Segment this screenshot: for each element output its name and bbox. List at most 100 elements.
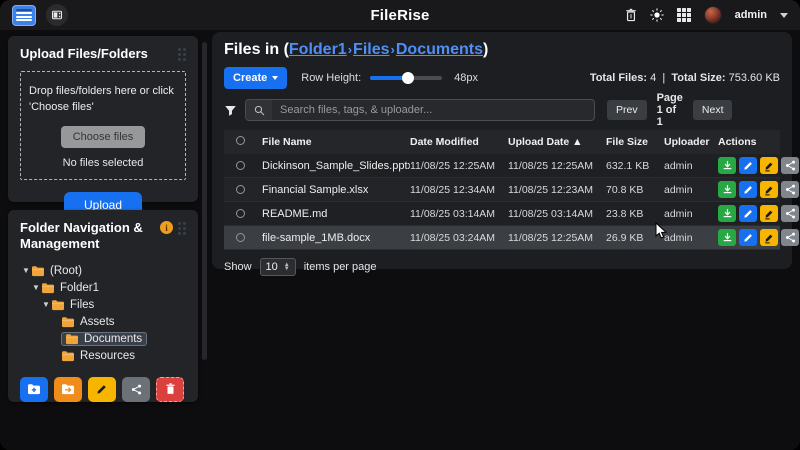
scrollbar[interactable] <box>202 42 207 360</box>
breadcrumb-suffix: ) <box>483 41 488 58</box>
no-files-selected-text: No files selected <box>29 157 177 169</box>
next-page-button[interactable]: Next <box>693 100 733 120</box>
row-actions <box>718 205 799 222</box>
column-header-upload-date[interactable]: Upload Date ▲ <box>508 136 606 148</box>
rename-button[interactable] <box>760 205 778 222</box>
tree-item-documents[interactable]: Documents <box>20 331 186 347</box>
dropzone-text: Drop files/folders here or click 'Choose… <box>29 84 177 116</box>
filerise-logo-icon[interactable] <box>12 5 36 26</box>
row-checkbox[interactable] <box>236 185 245 194</box>
download-button[interactable] <box>718 157 736 174</box>
table-row[interactable]: README.md11/08/25 03:14AM11/08/25 03:14A… <box>224 202 780 226</box>
row-checkbox[interactable] <box>236 233 245 242</box>
folder-icon <box>61 316 75 328</box>
tree-item-root[interactable]: ▼(Root) <box>20 263 186 279</box>
breadcrumb: Files in (Folder1›Files›Documents) <box>224 41 780 59</box>
trash-icon[interactable] <box>625 8 637 22</box>
file-name[interactable]: Financial Sample.xlsx <box>262 184 410 196</box>
column-header-uploader[interactable]: Uploader <box>664 136 718 148</box>
search-box <box>245 99 595 121</box>
tree-caret-icon[interactable]: ▼ <box>32 283 41 292</box>
items-per-page-select[interactable]: 10 ▲▼ <box>260 258 296 276</box>
row-height-slider[interactable] <box>370 76 442 80</box>
date-modified: 11/08/25 03:14AM <box>410 208 508 220</box>
tree-item-folder1[interactable]: ▼Folder1 <box>20 280 186 296</box>
user-menu-caret-icon[interactable] <box>780 13 788 18</box>
edit-button[interactable] <box>739 205 757 222</box>
user-name[interactable]: admin <box>735 9 767 21</box>
file-toolbar: Create Row Height: 48px Total Files: 4 |… <box>224 67 780 89</box>
share-button[interactable] <box>781 229 799 246</box>
pencil-icon <box>743 160 754 171</box>
download-button[interactable] <box>718 229 736 246</box>
file-size: 70.8 KB <box>606 184 664 196</box>
tree-caret-icon[interactable]: ▼ <box>42 300 51 309</box>
create-button[interactable]: Create <box>224 67 287 89</box>
search-input[interactable] <box>272 104 594 116</box>
file-table: File NameDate ModifiedUpload Date ▲File … <box>224 130 780 250</box>
file-size: 632.1 KB <box>606 160 664 172</box>
delete-folder-button[interactable] <box>156 377 184 402</box>
choose-files-button[interactable]: Choose files <box>61 126 146 148</box>
share-button[interactable] <box>781 205 799 222</box>
breadcrumb-link-folder1[interactable]: Folder1 <box>289 41 347 58</box>
create-folder-button[interactable] <box>20 377 48 402</box>
folder-icon <box>51 299 65 311</box>
tree-item-files[interactable]: ▼Files <box>20 297 186 313</box>
info-icon[interactable]: i <box>160 221 173 234</box>
select-arrows-icon: ▲▼ <box>284 263 290 271</box>
folder-plus-icon <box>27 383 41 395</box>
rename-button[interactable] <box>760 157 778 174</box>
download-button[interactable] <box>718 181 736 198</box>
tree-caret-icon[interactable]: ▼ <box>22 266 31 275</box>
tree-item-resources[interactable]: Resources <box>20 348 186 364</box>
apps-grid-icon[interactable] <box>677 8 691 22</box>
file-name[interactable]: Dickinson_Sample_Slides.pptx <box>262 160 410 172</box>
rename-button[interactable] <box>760 181 778 198</box>
file-name[interactable]: file-sample_1MB.docx <box>262 232 410 244</box>
row-checkbox[interactable] <box>236 209 245 218</box>
share-button[interactable] <box>781 157 799 174</box>
column-header-file-name[interactable]: File Name <box>262 136 410 148</box>
edit-button[interactable] <box>739 157 757 174</box>
column-header-file-size[interactable]: File Size <box>606 136 664 148</box>
panel-toggle-button[interactable] <box>46 4 68 26</box>
select-all-checkbox[interactable] <box>236 136 245 145</box>
move-folder-button[interactable] <box>54 377 82 402</box>
share-icon <box>131 384 142 395</box>
share-button[interactable] <box>781 181 799 198</box>
rename-folder-button[interactable] <box>88 377 116 402</box>
rename-button[interactable] <box>760 229 778 246</box>
column-header-actions[interactable]: Actions <box>718 136 770 148</box>
edit-button[interactable] <box>739 181 757 198</box>
download-icon <box>722 184 733 195</box>
prev-page-button[interactable]: Prev <box>607 100 647 120</box>
slider-thumb[interactable] <box>402 72 414 84</box>
uploader: admin <box>664 160 718 172</box>
brightness-icon[interactable] <box>650 8 664 22</box>
filter-icon[interactable] <box>224 104 237 117</box>
drag-handle-icon[interactable] <box>178 48 186 61</box>
user-avatar[interactable] <box>704 6 722 24</box>
upload-date: 11/08/25 03:14AM <box>508 208 606 220</box>
edit-button[interactable] <box>739 229 757 246</box>
tree-item-assets[interactable]: Assets <box>20 314 186 330</box>
pencil-icon <box>743 184 754 195</box>
row-checkbox[interactable] <box>236 161 245 170</box>
file-name[interactable]: README.md <box>262 208 410 220</box>
share-folder-button[interactable] <box>122 377 150 402</box>
table-row[interactable]: Dickinson_Sample_Slides.pptx11/08/25 12:… <box>224 154 780 178</box>
breadcrumb-link-files[interactable]: Files <box>353 41 389 58</box>
download-button[interactable] <box>718 205 736 222</box>
marker-icon <box>763 208 775 220</box>
table-row[interactable]: Financial Sample.xlsx11/08/25 12:34AM11/… <box>224 178 780 202</box>
breadcrumb-link-documents[interactable]: Documents <box>396 41 483 58</box>
share-icon <box>785 184 796 195</box>
download-icon <box>722 160 733 171</box>
drag-handle-icon[interactable] <box>178 222 186 235</box>
column-header-date-modified[interactable]: Date Modified <box>410 136 508 148</box>
upload-dropzone[interactable]: Drop files/folders here or click 'Choose… <box>20 71 186 180</box>
folder-icon <box>61 350 75 362</box>
table-row[interactable]: file-sample_1MB.docx11/08/25 03:24AM11/0… <box>224 226 780 250</box>
panel-toggle-icon <box>51 9 63 21</box>
